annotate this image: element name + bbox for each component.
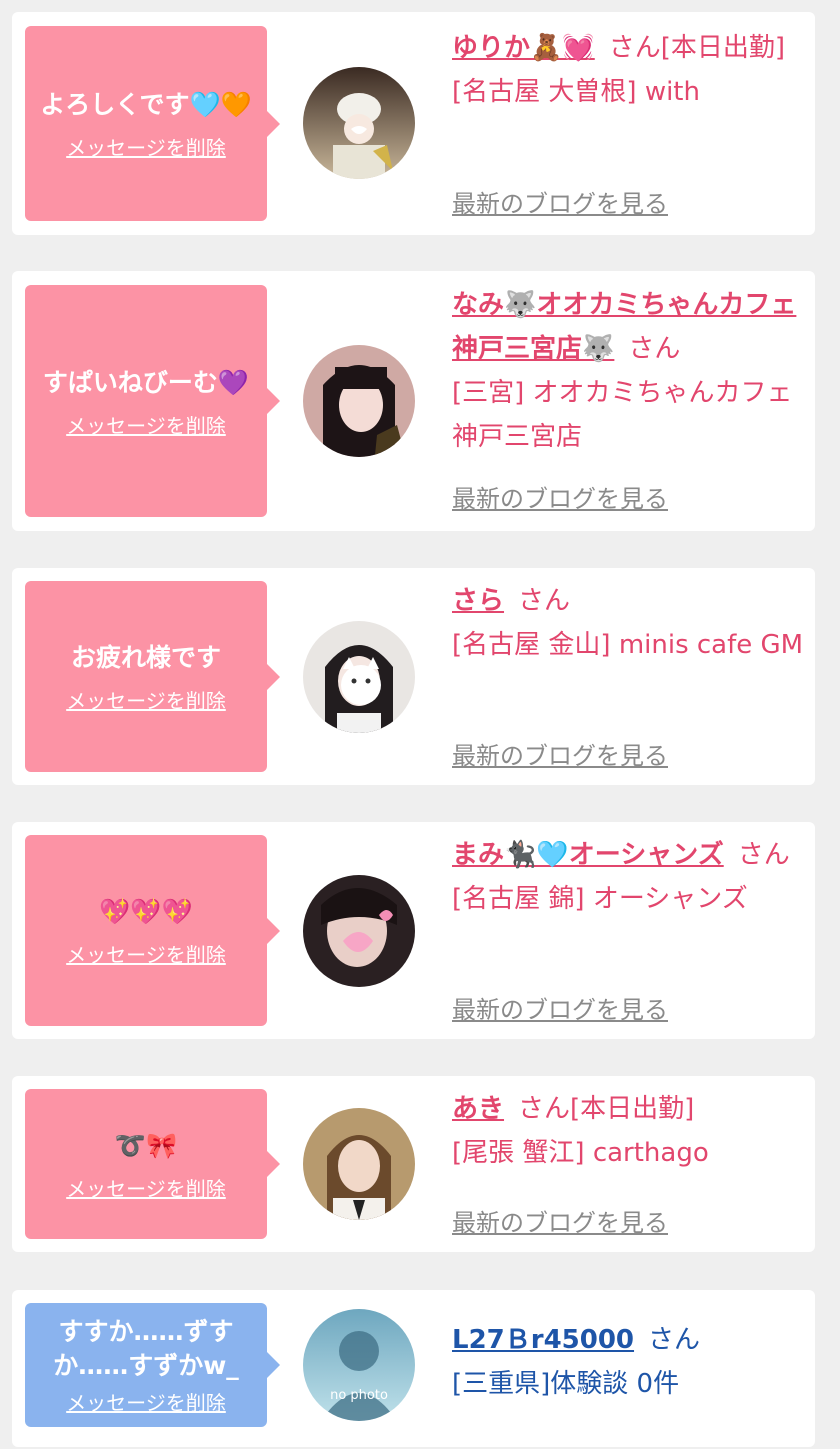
view-blog-link[interactable]: 最新のブログを見る — [452, 736, 668, 771]
message-bubble: ➰🎀 メッセージを削除 — [25, 1089, 280, 1239]
avatar[interactable] — [303, 67, 415, 179]
no-photo-label: no photo — [330, 1388, 388, 1403]
view-blog-link[interactable]: 最新のブログを見る — [452, 184, 668, 219]
girl-name-link[interactable]: なみ🐺オオカミちゃんカフェ神戸三宮店🐺 — [452, 290, 796, 364]
avatar[interactable] — [303, 875, 415, 987]
girl-info: ゆりか🧸💓 さん[本日出勤] [名古屋 大曽根] with — [452, 26, 807, 114]
view-blog-link[interactable]: 最新のブログを見る — [452, 1203, 668, 1238]
message-bubble: すぱいねびーむ💜 メッセージを削除 — [25, 285, 280, 517]
message-text: よろしくです🩵🧡 — [40, 90, 252, 119]
girl-name-link[interactable]: さら — [452, 586, 504, 616]
honorific: さん — [628, 334, 681, 364]
honorific: さん — [608, 33, 661, 63]
girl-info: あき さん[本日出勤] [尾張 蟹江] carthago — [452, 1087, 807, 1175]
girl-name-link[interactable]: まみ🐈‍⬛🩵オーシャンズ — [452, 840, 724, 870]
delete-message-link[interactable]: メッセージを削除 — [66, 939, 226, 968]
message-bubble: すすか……ずすか……すずかw_ メッセージを削除 — [25, 1303, 280, 1427]
avatar[interactable] — [303, 621, 415, 733]
message-card: すすか……ずすか……すずかw_ メッセージを削除 no photo L27Ｂr4… — [12, 1290, 815, 1447]
girl-name-link[interactable]: ゆりか🧸💓 — [452, 33, 595, 63]
message-card: すぱいねびーむ💜 メッセージを削除 なみ🐺オオカミちゃんカフェ神戸三宮店🐺 さん … — [12, 271, 815, 531]
avatar[interactable]: no photo — [303, 1309, 415, 1421]
message-card: よろしくです🩵🧡 メッセージを削除 ゆりか🧸💓 さん[本日出勤] [名古屋 大曽根… — [12, 12, 815, 235]
message-card: 💖💖💖 メッセージを削除 まみ🐈‍⬛🩵オーシャンズ さん [名古屋 錦] オーシャ… — [12, 822, 815, 1039]
user-name-link[interactable]: L27Ｂr45000 — [452, 1325, 634, 1355]
message-text: すすか……ずすか……すずかw_ — [53, 1316, 239, 1380]
avatar[interactable] — [303, 1108, 415, 1220]
status-badge: [本日出勤] — [660, 33, 786, 63]
view-blog-link[interactable]: 最新のブログを見る — [452, 990, 668, 1025]
shop-info: [三宮] オオカミちゃんカフェ神戸三宮店 — [452, 378, 793, 452]
user-info: L27Ｂr45000 さん [三重県]体験談 0件 — [452, 1318, 807, 1406]
girl-name-link[interactable]: あき — [452, 1094, 504, 1124]
avatar[interactable] — [303, 345, 415, 457]
shop-info: [名古屋 錦] オーシャンズ — [452, 884, 748, 914]
review-info: [三重県]体験談 0件 — [452, 1369, 680, 1399]
girl-info: まみ🐈‍⬛🩵オーシャンズ さん [名古屋 錦] オーシャンズ — [452, 833, 807, 921]
delete-message-link[interactable]: メッセージを削除 — [66, 1387, 226, 1416]
delete-message-link[interactable]: メッセージを削除 — [66, 685, 226, 714]
status-badge: [本日出勤] — [570, 1094, 695, 1124]
girl-info: なみ🐺オオカミちゃんカフェ神戸三宮店🐺 さん [三宮] オオカミちゃんカフェ神戸三… — [452, 283, 807, 459]
honorific: さん — [737, 840, 790, 870]
honorific: さん — [648, 1325, 701, 1355]
delete-message-link[interactable]: メッセージを削除 — [66, 410, 226, 439]
delete-message-link[interactable]: メッセージを削除 — [66, 132, 226, 161]
shop-info: [名古屋 金山] minis cafe GM — [452, 630, 804, 660]
message-text: お疲れ様です — [70, 643, 221, 672]
message-bubble: よろしくです🩵🧡 メッセージを削除 — [25, 26, 280, 221]
honorific: さん — [518, 1094, 571, 1124]
message-text: 💖💖💖 — [99, 897, 193, 926]
shop-info: [尾張 蟹江] carthago — [452, 1138, 709, 1168]
honorific: さん — [518, 586, 571, 616]
message-text: すぱいねびーむ💜 — [42, 367, 250, 397]
view-blog-link[interactable]: 最新のブログを見る — [452, 479, 668, 514]
message-bubble: 💖💖💖 メッセージを削除 — [25, 835, 280, 1026]
message-text: ➰🎀 — [114, 1130, 178, 1160]
shop-info: [名古屋 大曽根] with — [452, 77, 700, 107]
girl-info: さら さん [名古屋 金山] minis cafe GM — [452, 579, 807, 667]
message-card: お疲れ様です メッセージを削除 さら さん [名古屋 金山] minis cafe… — [12, 568, 815, 785]
delete-message-link[interactable]: メッセージを削除 — [66, 1173, 226, 1202]
message-card: ➰🎀 メッセージを削除 あき さん[本日出勤] [尾張 蟹江] carthago … — [12, 1076, 815, 1252]
message-bubble: お疲れ様です メッセージを削除 — [25, 581, 280, 772]
